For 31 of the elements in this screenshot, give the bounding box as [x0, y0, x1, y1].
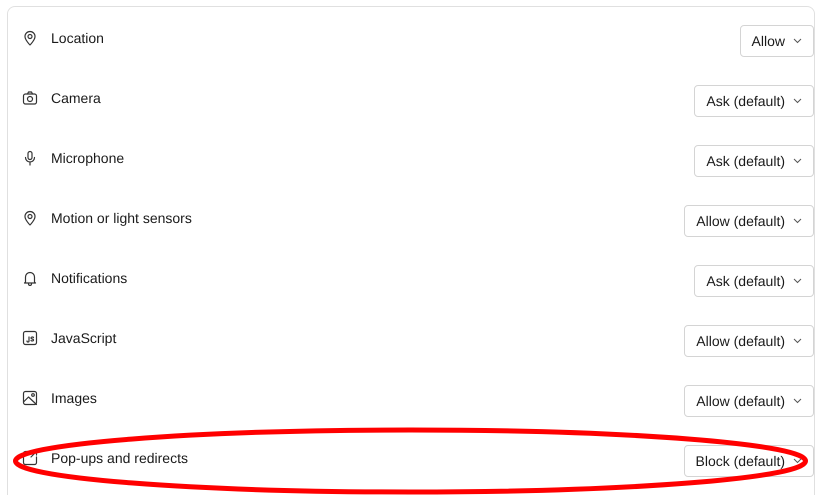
permission-label: Microphone: [51, 148, 124, 168]
permission-label: Images: [51, 388, 97, 408]
permission-label: Camera: [51, 88, 101, 108]
chevron-down-icon: [793, 98, 802, 104]
chevron-down-icon: [793, 398, 802, 404]
permission-dropdown[interactable]: Allow (default): [684, 205, 814, 237]
permission-dropdown[interactable]: Ask (default): [694, 85, 814, 117]
bell-icon: [22, 270, 38, 286]
permission-dropdown[interactable]: Ask (default): [694, 265, 814, 297]
permission-label: Notifications: [51, 268, 128, 288]
chevron-down-icon: [793, 158, 802, 164]
chevron-down-icon: [793, 218, 802, 224]
permission-label: Location: [51, 28, 104, 48]
image-icon: [22, 390, 38, 406]
script-file-icon: [22, 330, 38, 346]
permission-dropdown[interactable]: Allow (default): [684, 385, 814, 417]
permission-label: Motion or light sensors: [51, 208, 192, 228]
microphone-icon: [22, 150, 38, 166]
popup-window-icon: [22, 450, 38, 466]
permission-label: Pop-ups and redirects: [51, 448, 188, 468]
location-pin-icon: [22, 210, 38, 226]
location-pin-icon: [22, 30, 38, 46]
chevron-down-icon: [793, 278, 802, 284]
chevron-down-icon: [793, 458, 802, 464]
chevron-down-icon: [793, 38, 802, 44]
permission-label: JavaScript: [51, 328, 116, 348]
permission-dropdown[interactable]: Ask (default): [694, 145, 814, 177]
permission-dropdown[interactable]: Allow (default): [684, 325, 814, 357]
camera-icon: [22, 90, 38, 106]
chevron-down-icon: [793, 338, 802, 344]
permission-dropdown[interactable]: Allow: [740, 25, 814, 57]
